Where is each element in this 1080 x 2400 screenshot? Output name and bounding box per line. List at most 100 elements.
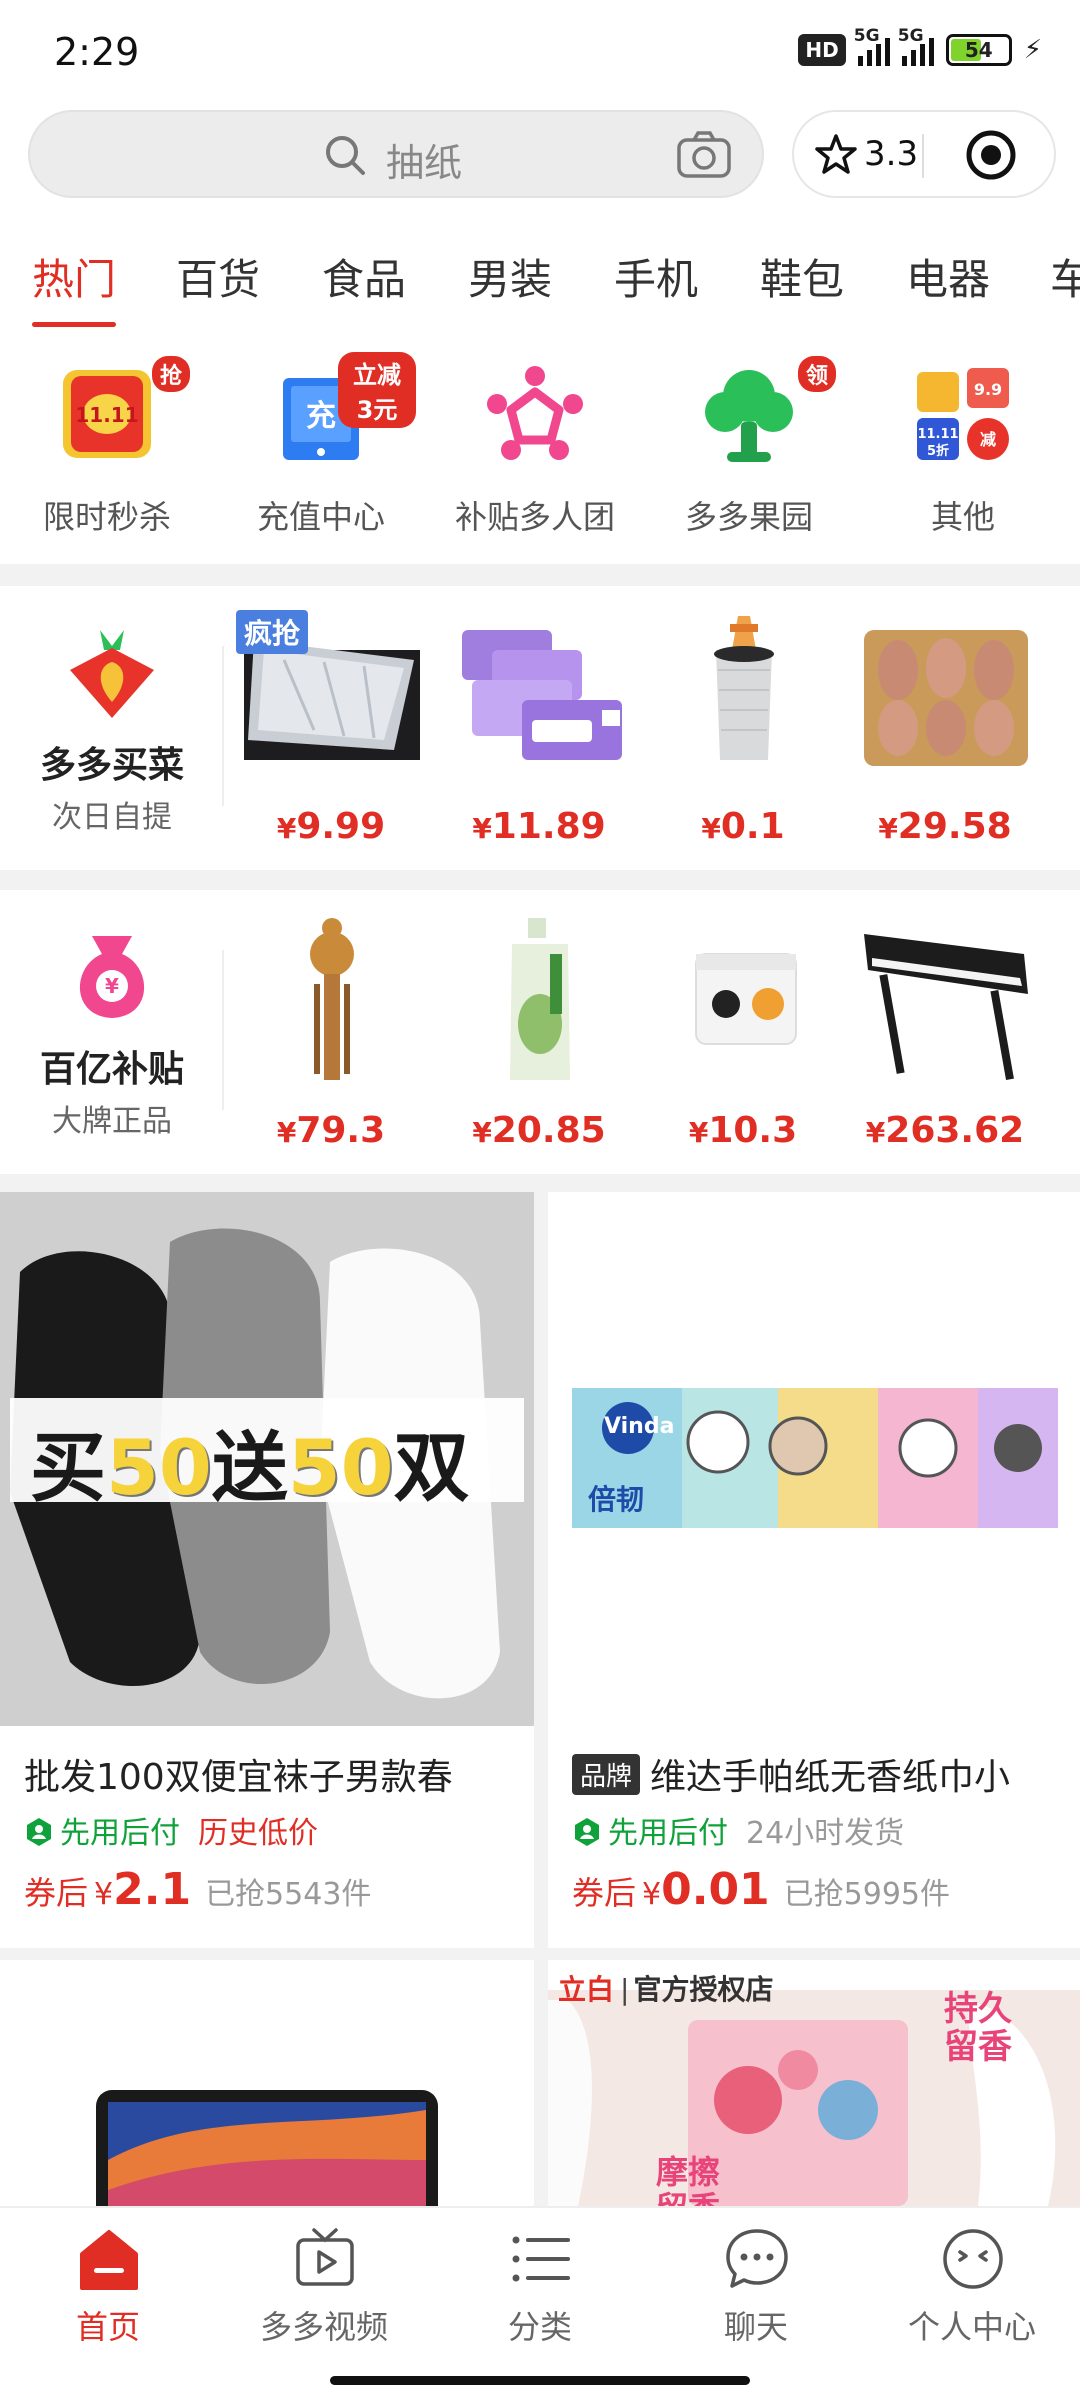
home-indicator[interactable] [330,2376,750,2385]
promo-grocery-item[interactable]: ¥0.1 [648,610,838,860]
status-bar: 2:29 HD 5G 5G 54 ⚡ [0,0,1080,100]
friction-scent-text: 摩擦留香 [656,2153,721,2206]
promo-subsidy-item[interactable]: ¥263.62 [850,914,1040,1164]
promo-grocery-item[interactable]: 疯抢 ¥9.99 [236,610,426,860]
product-card[interactable]: 买50送50双 批发100双便宜袜子男款春 先用后付 历史低价 券后 ¥2.1 已抢5… [0,1192,534,1948]
group-buy-icon [487,366,583,460]
profile-face-icon [943,2229,1003,2289]
svg-text:11.11: 11.11 [75,403,138,427]
tab-appliances[interactable]: 电器 [906,246,990,307]
promo-divider [222,646,224,806]
status-icons: HD 5G 5G 54 ⚡ [798,26,1042,66]
product-tags: 先用后付 历史低价 [24,1808,318,1852]
active-tab-indicator [32,322,116,327]
charging-icon: ⚡ [1023,35,1042,65]
nav-categories[interactable]: 分类 [450,2226,630,2356]
tab-food[interactable]: 食品 [322,246,406,307]
camera-icon[interactable] [676,130,732,180]
flash-sale-icon: 11.11 [63,370,151,458]
quick-entry-recharge[interactable]: 充 立减3元 充值中心 [226,352,416,552]
item-price: ¥29.58 [878,806,1012,847]
promo-subsidy-header[interactable]: ¥ 百亿补贴 大牌正品 [0,890,224,1174]
promo-subsidy-item[interactable]: ¥10.3 [648,914,838,1164]
vinda-logo-text: Vinda [604,1414,675,1439]
signal-icon-2: 5G [898,26,934,66]
bottom-navigation: 首页 多多视频 分类 聊天 个人中心 [0,2206,1080,2360]
orchard-claim-badge: 领 [798,356,837,392]
nav-video[interactable]: 多多视频 [234,2226,414,2356]
tab-hot[interactable]: 热门 [32,246,116,307]
chat-bubble-icon [726,2229,788,2288]
item-price: ¥263.62 [865,1110,1025,1151]
promo-grocery-item[interactable]: ¥11.89 [444,610,634,860]
video-tv-icon [296,2228,354,2286]
item-price: ¥9.99 [276,806,386,847]
list-menu-icon [512,2236,570,2282]
home-icon [80,2230,138,2290]
tissue-product-image: Vinda 倍韧 [548,1192,1080,1726]
tissue-strong-text: 倍韧 [588,1483,645,1516]
hulusi-flute-image [244,914,420,1084]
svg-text:5折: 5折 [927,443,949,459]
target-icon[interactable] [964,128,1018,182]
status-time: 2:29 [54,30,140,74]
quick-entry-group-buy[interactable]: 补贴多人团 [440,352,630,552]
quick-entry-label: 限时秒杀 [42,498,171,536]
promo-subsidy-item[interactable]: ¥20.85 [444,914,634,1164]
svg-text:9.9: 9.9 [974,380,1002,399]
product-title: 批发100双便宜袜子男款春 [24,1757,453,1798]
promo-grocery-header[interactable]: 多多买菜 次日自提 [0,586,224,870]
promo-subsidy-item[interactable]: ¥79.3 [236,914,426,1164]
battery-icon: 54 [945,34,1012,66]
page: 2:29 HD 5G 5G 54 ⚡ 抽纸 3.3 热门 百货 食品 男装 手机… [0,0,1080,2400]
promo-grocery-subtitle: 次日自提 [52,800,172,835]
tab-phones[interactable]: 手机 [614,246,698,307]
product-card[interactable] [0,1960,534,2206]
cream-jar-image [656,914,832,1084]
quick-entry-label: 其他 [930,498,995,536]
quick-entry-orchard[interactable]: 领 多多果园 [654,352,844,552]
promo-grocery[interactable]: 多多买菜 次日自提 疯抢 ¥9.99 ¥11.89 ¥0.1 ¥29.58 [0,586,1080,870]
tab-shoes-bags[interactable]: 鞋包 [760,246,844,307]
item-price: ¥11.89 [472,806,606,847]
hot-grab-tag: 疯抢 [236,610,309,654]
others-icon: 9.9 11.11 5折 减 [917,368,1009,460]
nav-profile[interactable]: 个人中心 [882,2226,1062,2356]
item-price: ¥10.3 [688,1110,798,1151]
garbage-bag-image [656,610,832,780]
tab-general[interactable]: 百货 [176,246,260,307]
tab-car[interactable]: 车 [1050,246,1080,307]
search-icon [326,136,365,175]
product-price: 券后 ¥0.01 已抢5995件 [572,1864,951,1915]
promo-subsidy[interactable]: ¥ 百亿补贴 大牌正品 ¥79.3 ¥20.85 ¥10.3 ¥263.62 [0,890,1080,1174]
favorites-capsule: 3.3 [792,110,1056,198]
store-banner: 立白 | 官方授权店 [558,1973,774,2006]
quick-entry-label: 充值中心 [256,498,385,536]
carrot-icon [70,630,154,718]
product-card[interactable]: 立白|官方授权店 持久留香 摩擦留香 [548,1960,1080,2206]
product-card[interactable]: Vinda 倍韧 品牌 维达手帕纸无香纸巾小 先用后付 24小时发货 券后 ¥0.01… [548,1192,1080,1948]
shampoo-bottle-image [452,914,628,1084]
promo-grocery-item[interactable]: ¥29.58 [850,610,1040,860]
gesture-bar [0,2360,1080,2400]
tab-menswear[interactable]: 男装 [468,246,552,307]
quick-entry-flash-sale[interactable]: 11.11 抢 限时秒杀 [12,352,202,552]
laptop-product-image [0,1960,534,2206]
search-input[interactable]: 抽纸 [28,110,764,198]
nav-home[interactable]: 首页 [18,2226,198,2356]
svg-text:充: 充 [306,399,336,434]
pay-later-icon [575,1818,599,1846]
quick-entry-label: 多多果园 [684,498,813,536]
promo-grocery-title: 多多买菜 [39,745,184,786]
category-tabs: 热门 百货 食品 男装 手机 鞋包 电器 车 [0,212,1080,332]
quick-entry-others[interactable]: 9.9 11.11 5折 减 其他 [868,352,1058,552]
brand-tag: 品牌 [572,1754,641,1795]
long-lasting-text: 持久 留香 [944,1989,1012,2067]
digital-piano-image [858,914,1034,1084]
orchard-tree-icon [705,370,793,462]
star-icon[interactable] [814,132,858,176]
hd-voice-icon: HD [798,34,846,66]
nav-chat[interactable]: 聊天 [666,2226,846,2356]
promo-subsidy-title: 百亿补贴 [39,1049,184,1090]
item-price: ¥79.3 [276,1110,386,1151]
